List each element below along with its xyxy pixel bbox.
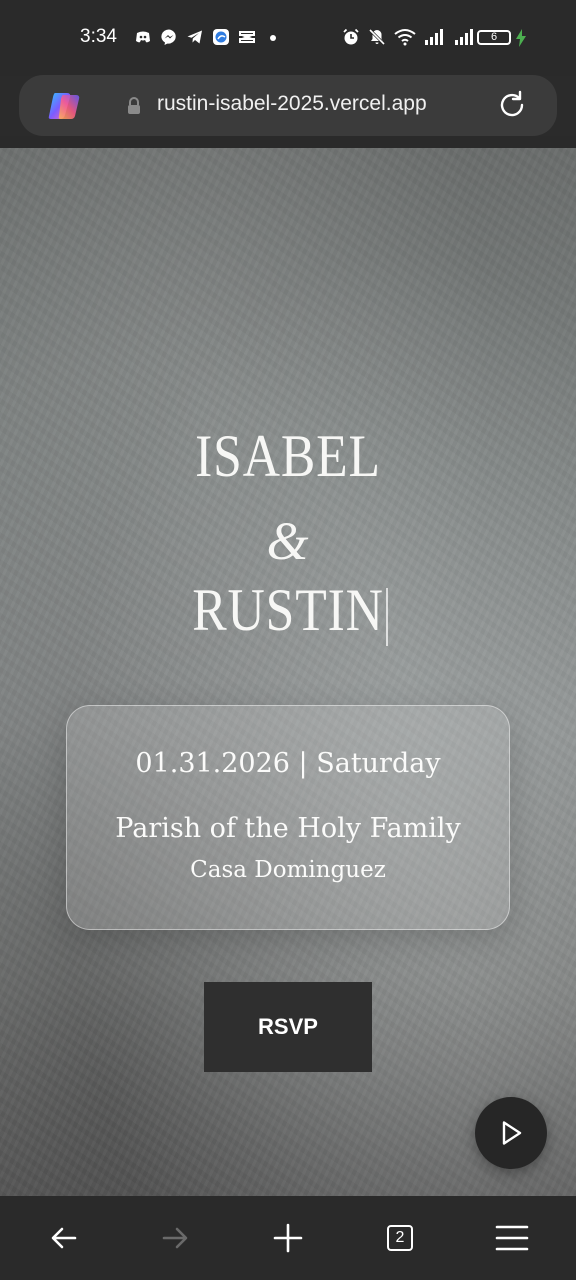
- bride-name: ISABEL: [195, 423, 381, 489]
- copilot-icon[interactable]: [46, 87, 84, 125]
- event-details-card: 01.31.2026 | Saturday Parish of the Holy…: [66, 705, 510, 930]
- edge-app-icon: [213, 29, 229, 45]
- wifi-icon: [394, 29, 416, 46]
- tabs-button[interactable]: 2: [380, 1218, 420, 1258]
- ceremony-venue: Parish of the Holy Family: [115, 813, 461, 844]
- url-text[interactable]: rustin-isabel-2025.vercel.app: [157, 92, 427, 116]
- browser-bottom-bar: 2: [0, 1196, 576, 1280]
- groom-name: RUSTIN: [192, 577, 384, 643]
- system-icons: [342, 28, 476, 46]
- play-icon: [502, 1121, 522, 1145]
- reception-venue: Casa Dominguez: [190, 857, 386, 883]
- arrow-right-icon: [162, 1227, 188, 1249]
- hamburger-menu-icon: [495, 1225, 529, 1251]
- charging-icon: [516, 29, 526, 47]
- address-bar[interactable]: rustin-isabel-2025.vercel.app: [19, 75, 557, 136]
- forward-button[interactable]: [155, 1218, 195, 1258]
- new-tab-button[interactable]: [268, 1218, 308, 1258]
- arrow-left-icon: [51, 1227, 77, 1249]
- mute-icon: [368, 28, 386, 46]
- telegram-icon: [187, 30, 202, 44]
- invitation-page: ISABEL & RUSTIN 01.31.2026 | Saturday Pa…: [0, 148, 576, 1196]
- menu-button[interactable]: [492, 1218, 532, 1258]
- back-button[interactable]: [44, 1218, 84, 1258]
- discord-icon: [136, 31, 150, 43]
- alarm-icon: [343, 28, 359, 45]
- rsvp-button[interactable]: RSVP: [204, 982, 372, 1072]
- music-play-button[interactable]: [475, 1097, 547, 1169]
- status-bar: 3:34 6: [0, 0, 576, 76]
- dot-icon: [270, 35, 276, 41]
- battery-icon: 6: [477, 30, 511, 45]
- notification-icons: [134, 28, 282, 46]
- plus-icon: [273, 1223, 303, 1253]
- event-date: 01.31.2026 | Saturday: [135, 748, 441, 779]
- lock-icon[interactable]: [127, 97, 141, 115]
- signal-icon: [425, 29, 443, 45]
- toolbar-divider: [0, 136, 576, 148]
- messenger-icon: [161, 29, 176, 45]
- typing-cursor: [386, 588, 388, 646]
- signal-icon: [455, 29, 473, 45]
- capcut-icon: [239, 31, 255, 43]
- reload-icon[interactable]: [496, 89, 528, 121]
- status-time: 3:34: [80, 26, 117, 47]
- tab-count: 2: [387, 1225, 413, 1251]
- ampersand: &: [266, 511, 310, 571]
